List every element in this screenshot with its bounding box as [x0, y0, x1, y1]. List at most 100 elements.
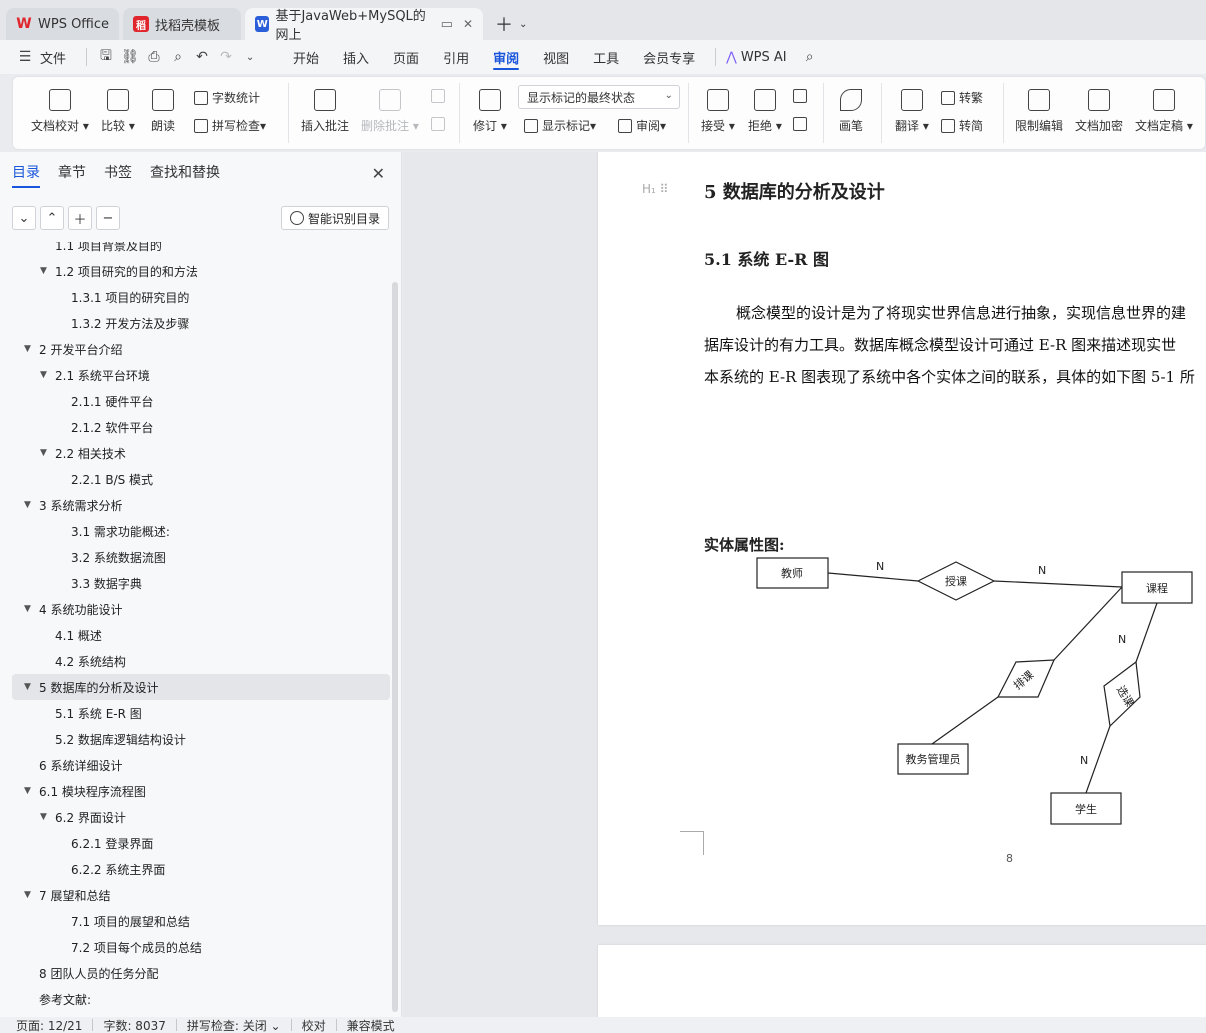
expand-caret-icon[interactable]: ▼: [24, 500, 31, 510]
next-comment-button[interactable]: [431, 117, 449, 131]
spell-check-button[interactable]: 拼写检查 ▾: [194, 117, 266, 134]
expand-caret-icon[interactable]: ▼: [24, 786, 31, 796]
expand-caret-icon[interactable]: ▼: [24, 604, 31, 614]
tab-template[interactable]: 稻 找稻壳模板: [123, 8, 242, 40]
menu-home[interactable]: 开始: [281, 40, 331, 74]
toc-item[interactable]: 4.2 系统结构: [12, 648, 390, 674]
toc-item[interactable]: 3.3 数据字典: [12, 570, 390, 596]
new-tab-button[interactable]: ＋ ⌄: [487, 8, 535, 40]
revise-button[interactable]: 修订 ▾: [473, 89, 507, 134]
tab-wps-office[interactable]: W WPS Office: [6, 8, 120, 40]
toc-item[interactable]: ▼ 5 数据库的分析及设计: [12, 674, 390, 700]
collapse-up-button[interactable]: ⌃: [40, 206, 64, 230]
finalize-button[interactable]: 文档定稿 ▾: [1135, 89, 1193, 134]
toc-item[interactable]: 6.2.2 系统主界面: [12, 856, 390, 882]
to-traditional-button[interactable]: 转繁: [941, 89, 983, 106]
status-proofread[interactable]: 校对: [302, 1017, 326, 1033]
toc-item[interactable]: 3.1 需求功能概述:: [12, 518, 390, 544]
toc-item[interactable]: 参考文献:: [12, 986, 390, 1012]
toc-item[interactable]: ▼ 2 开发平台介绍: [12, 336, 390, 362]
expand-caret-icon[interactable]: ▼: [24, 344, 31, 354]
link-icon[interactable]: ⛓: [119, 46, 141, 68]
show-marks-button[interactable]: 显示标记 ▾: [524, 117, 596, 134]
tab-toc[interactable]: 目录: [12, 162, 40, 188]
expand-down-button[interactable]: ⌄: [12, 206, 36, 230]
remove-heading-button[interactable]: −: [96, 206, 120, 230]
toc-item[interactable]: ▼ 3 系统需求分析: [12, 492, 390, 518]
toc-item[interactable]: 7.2 项目每个成员的总结: [12, 934, 390, 960]
restrict-edit-button[interactable]: 限制编辑: [1015, 89, 1063, 134]
to-simplified-button[interactable]: 转简: [941, 117, 983, 134]
expand-caret-icon[interactable]: ▼: [40, 370, 47, 380]
tab-find-replace[interactable]: 查找和替换: [150, 162, 220, 188]
print-preview-icon[interactable]: ⌕: [167, 46, 189, 68]
toc-item[interactable]: 5.2 数据库逻辑结构设计: [12, 726, 390, 752]
encrypt-button[interactable]: 文档加密: [1075, 89, 1123, 134]
expand-caret-icon[interactable]: ▼: [40, 812, 47, 822]
toc-item[interactable]: 7.1 项目的展望和总结: [12, 908, 390, 934]
tab-bookmark[interactable]: 书签: [104, 162, 132, 188]
toc-item[interactable]: 2.1.1 硬件平台: [12, 388, 390, 414]
display-state-select[interactable]: 显示标记的最终状态 ⌄: [518, 85, 680, 109]
toc-item[interactable]: 5.1 系统 E-R 图: [12, 700, 390, 726]
search-icon[interactable]: ⌕: [799, 46, 821, 68]
word-count-button[interactable]: 字数统计: [194, 89, 260, 106]
toc-item[interactable]: 1.3.1 项目的研究目的: [12, 284, 390, 310]
toc-item[interactable]: ▼ 6.1 模块程序流程图: [12, 778, 390, 804]
read-aloud-button[interactable]: 朗读: [151, 89, 175, 134]
expand-caret-icon[interactable]: ▼: [24, 682, 31, 692]
menu-reference[interactable]: 引用: [431, 40, 481, 74]
toc-item[interactable]: 6.2.1 登录界面: [12, 830, 390, 856]
toc-item[interactable]: 2.2.1 B/S 模式: [12, 466, 390, 492]
toc-item[interactable]: ▼ 6.2 界面设计: [12, 804, 390, 830]
menu-wps-ai[interactable]: ⋀ WPS AI: [724, 40, 798, 74]
menu-insert[interactable]: 插入: [331, 40, 381, 74]
close-icon[interactable]: ✕: [372, 164, 385, 183]
next-change-button[interactable]: [793, 117, 811, 131]
prev-change-button[interactable]: [793, 89, 811, 103]
reject-button[interactable]: 拒绝 ▾: [748, 89, 782, 134]
toc-item[interactable]: 6 系统详细设计: [12, 752, 390, 778]
smart-toc-button[interactable]: 智能识别目录: [280, 206, 389, 230]
print-icon[interactable]: ⎙: [143, 46, 165, 68]
expand-caret-icon[interactable]: ▼: [40, 448, 47, 458]
menu-member[interactable]: 会员专享: [631, 40, 707, 74]
status-word-count[interactable]: 字数: 8037: [103, 1017, 165, 1033]
status-spell-check[interactable]: 拼写检查: 关闭 ⌄: [187, 1017, 281, 1033]
prev-comment-button[interactable]: [431, 89, 449, 103]
add-heading-button[interactable]: ＋: [68, 206, 92, 230]
compare-button[interactable]: 比较 ▾: [101, 89, 135, 134]
hamburger-icon[interactable]: ☰: [14, 46, 36, 68]
toc-item[interactable]: ▼ 1.2 项目研究的目的和方法: [12, 258, 390, 284]
expand-caret-icon[interactable]: ▼: [40, 266, 47, 276]
redo-icon[interactable]: ↷: [215, 46, 237, 68]
toc-item[interactable]: ▼ 2.1 系统平台环境: [12, 362, 390, 388]
delete-comment-button[interactable]: 删除批注 ▾: [361, 89, 419, 134]
tab-chapter[interactable]: 章节: [58, 162, 86, 188]
toc-item[interactable]: 1.1 项目背景及目的: [12, 242, 390, 258]
toc-item[interactable]: ▼ 4 系统功能设计: [12, 596, 390, 622]
tab-document[interactable]: W 基于JavaWeb+MySQL的网上 ▭ ✕: [245, 8, 484, 43]
menu-file[interactable]: 文件: [38, 40, 78, 74]
toc-item[interactable]: 2.1.2 软件平台: [12, 414, 390, 440]
toc-item[interactable]: 8 团队人员的任务分配: [12, 960, 390, 986]
close-tab-icon[interactable]: ✕: [463, 17, 473, 31]
menu-review[interactable]: 审阅: [481, 40, 531, 74]
toc-item[interactable]: ▼ 7 展望和总结: [12, 882, 390, 908]
undo-icon[interactable]: ↶: [191, 46, 213, 68]
toc-scrollbar[interactable]: [392, 282, 398, 1012]
menu-tools[interactable]: 工具: [581, 40, 631, 74]
doc-check-button[interactable]: 文档校对 ▾: [31, 89, 89, 134]
accept-button[interactable]: 接受 ▾: [701, 89, 735, 134]
toc-item[interactable]: 4.1 概述: [12, 622, 390, 648]
status-page[interactable]: 页面: 12/21: [16, 1017, 82, 1033]
menu-view[interactable]: 视图: [531, 40, 581, 74]
review-pane-button[interactable]: 审阅 ▾: [618, 117, 666, 134]
pen-button[interactable]: 画笔: [839, 89, 863, 134]
more-chevron-icon[interactable]: ⌄: [239, 46, 261, 68]
toc-item[interactable]: 1.3.2 开发方法及步骤: [12, 310, 390, 336]
menu-page[interactable]: 页面: [381, 40, 431, 74]
expand-caret-icon[interactable]: ▼: [24, 890, 31, 900]
toc-item[interactable]: ▼ 2.2 相关技术: [12, 440, 390, 466]
translate-button[interactable]: 翻译 ▾: [895, 89, 929, 134]
